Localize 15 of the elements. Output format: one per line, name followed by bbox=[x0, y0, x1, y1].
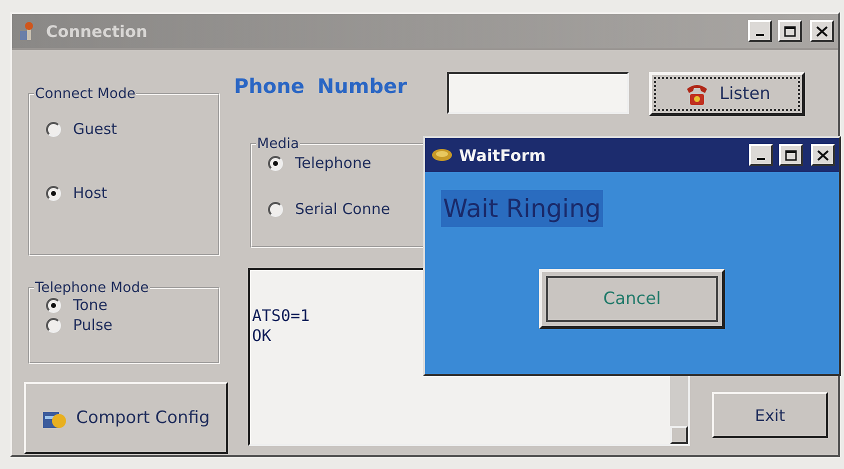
radio-label: Telephone bbox=[295, 154, 372, 172]
group-title: Media bbox=[256, 136, 300, 152]
window-title: Connection bbox=[46, 22, 148, 40]
window-title: WaitForm bbox=[459, 146, 547, 164]
group-title: Connect Mode bbox=[34, 86, 136, 102]
log-line: ATS0=1 bbox=[252, 306, 311, 326]
radio-label: Pulse bbox=[73, 316, 112, 334]
radio-label: Serial Conne bbox=[295, 200, 390, 218]
radio-label: Guest bbox=[73, 120, 118, 138]
status-message: Wait Ringing bbox=[441, 190, 603, 227]
radio-label: Host bbox=[73, 184, 108, 202]
radio-label: Tone bbox=[73, 296, 108, 314]
log-line: OK bbox=[252, 326, 272, 346]
phone-number-label: Phone Number bbox=[234, 74, 407, 98]
group-title: Telephone Mode bbox=[34, 280, 150, 296]
